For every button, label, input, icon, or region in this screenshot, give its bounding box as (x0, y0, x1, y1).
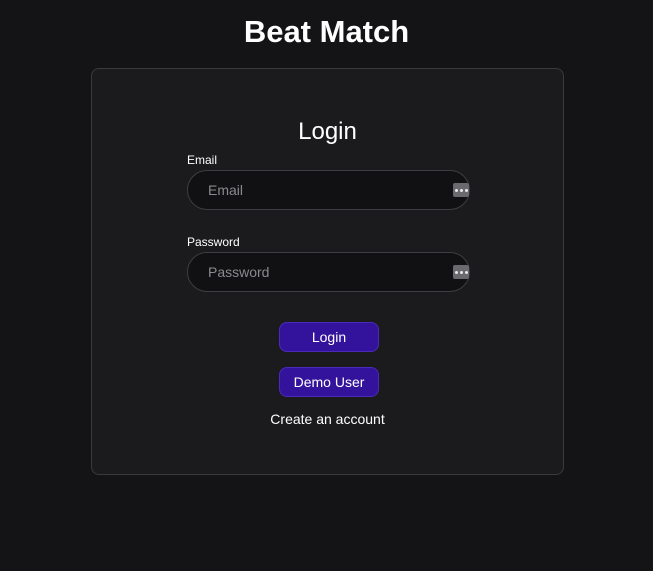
password-field-wrapper (187, 252, 470, 292)
password-label: Password (187, 235, 240, 249)
email-field-wrapper (187, 170, 470, 210)
create-account-link[interactable]: Create an account (92, 411, 563, 427)
email-field[interactable] (188, 171, 469, 209)
login-card: Login Email Password Login Demo User Cre… (91, 68, 564, 475)
demo-user-button[interactable]: Demo User (279, 367, 379, 397)
login-form-title: Login (298, 118, 357, 145)
password-manager-key-icon[interactable] (453, 183, 469, 197)
app-title: Beat Match (243, 14, 410, 49)
login-button[interactable]: Login (279, 322, 379, 352)
password-field[interactable] (188, 253, 469, 291)
password-manager-key-icon[interactable] (453, 265, 469, 279)
email-label: Email (187, 153, 218, 167)
